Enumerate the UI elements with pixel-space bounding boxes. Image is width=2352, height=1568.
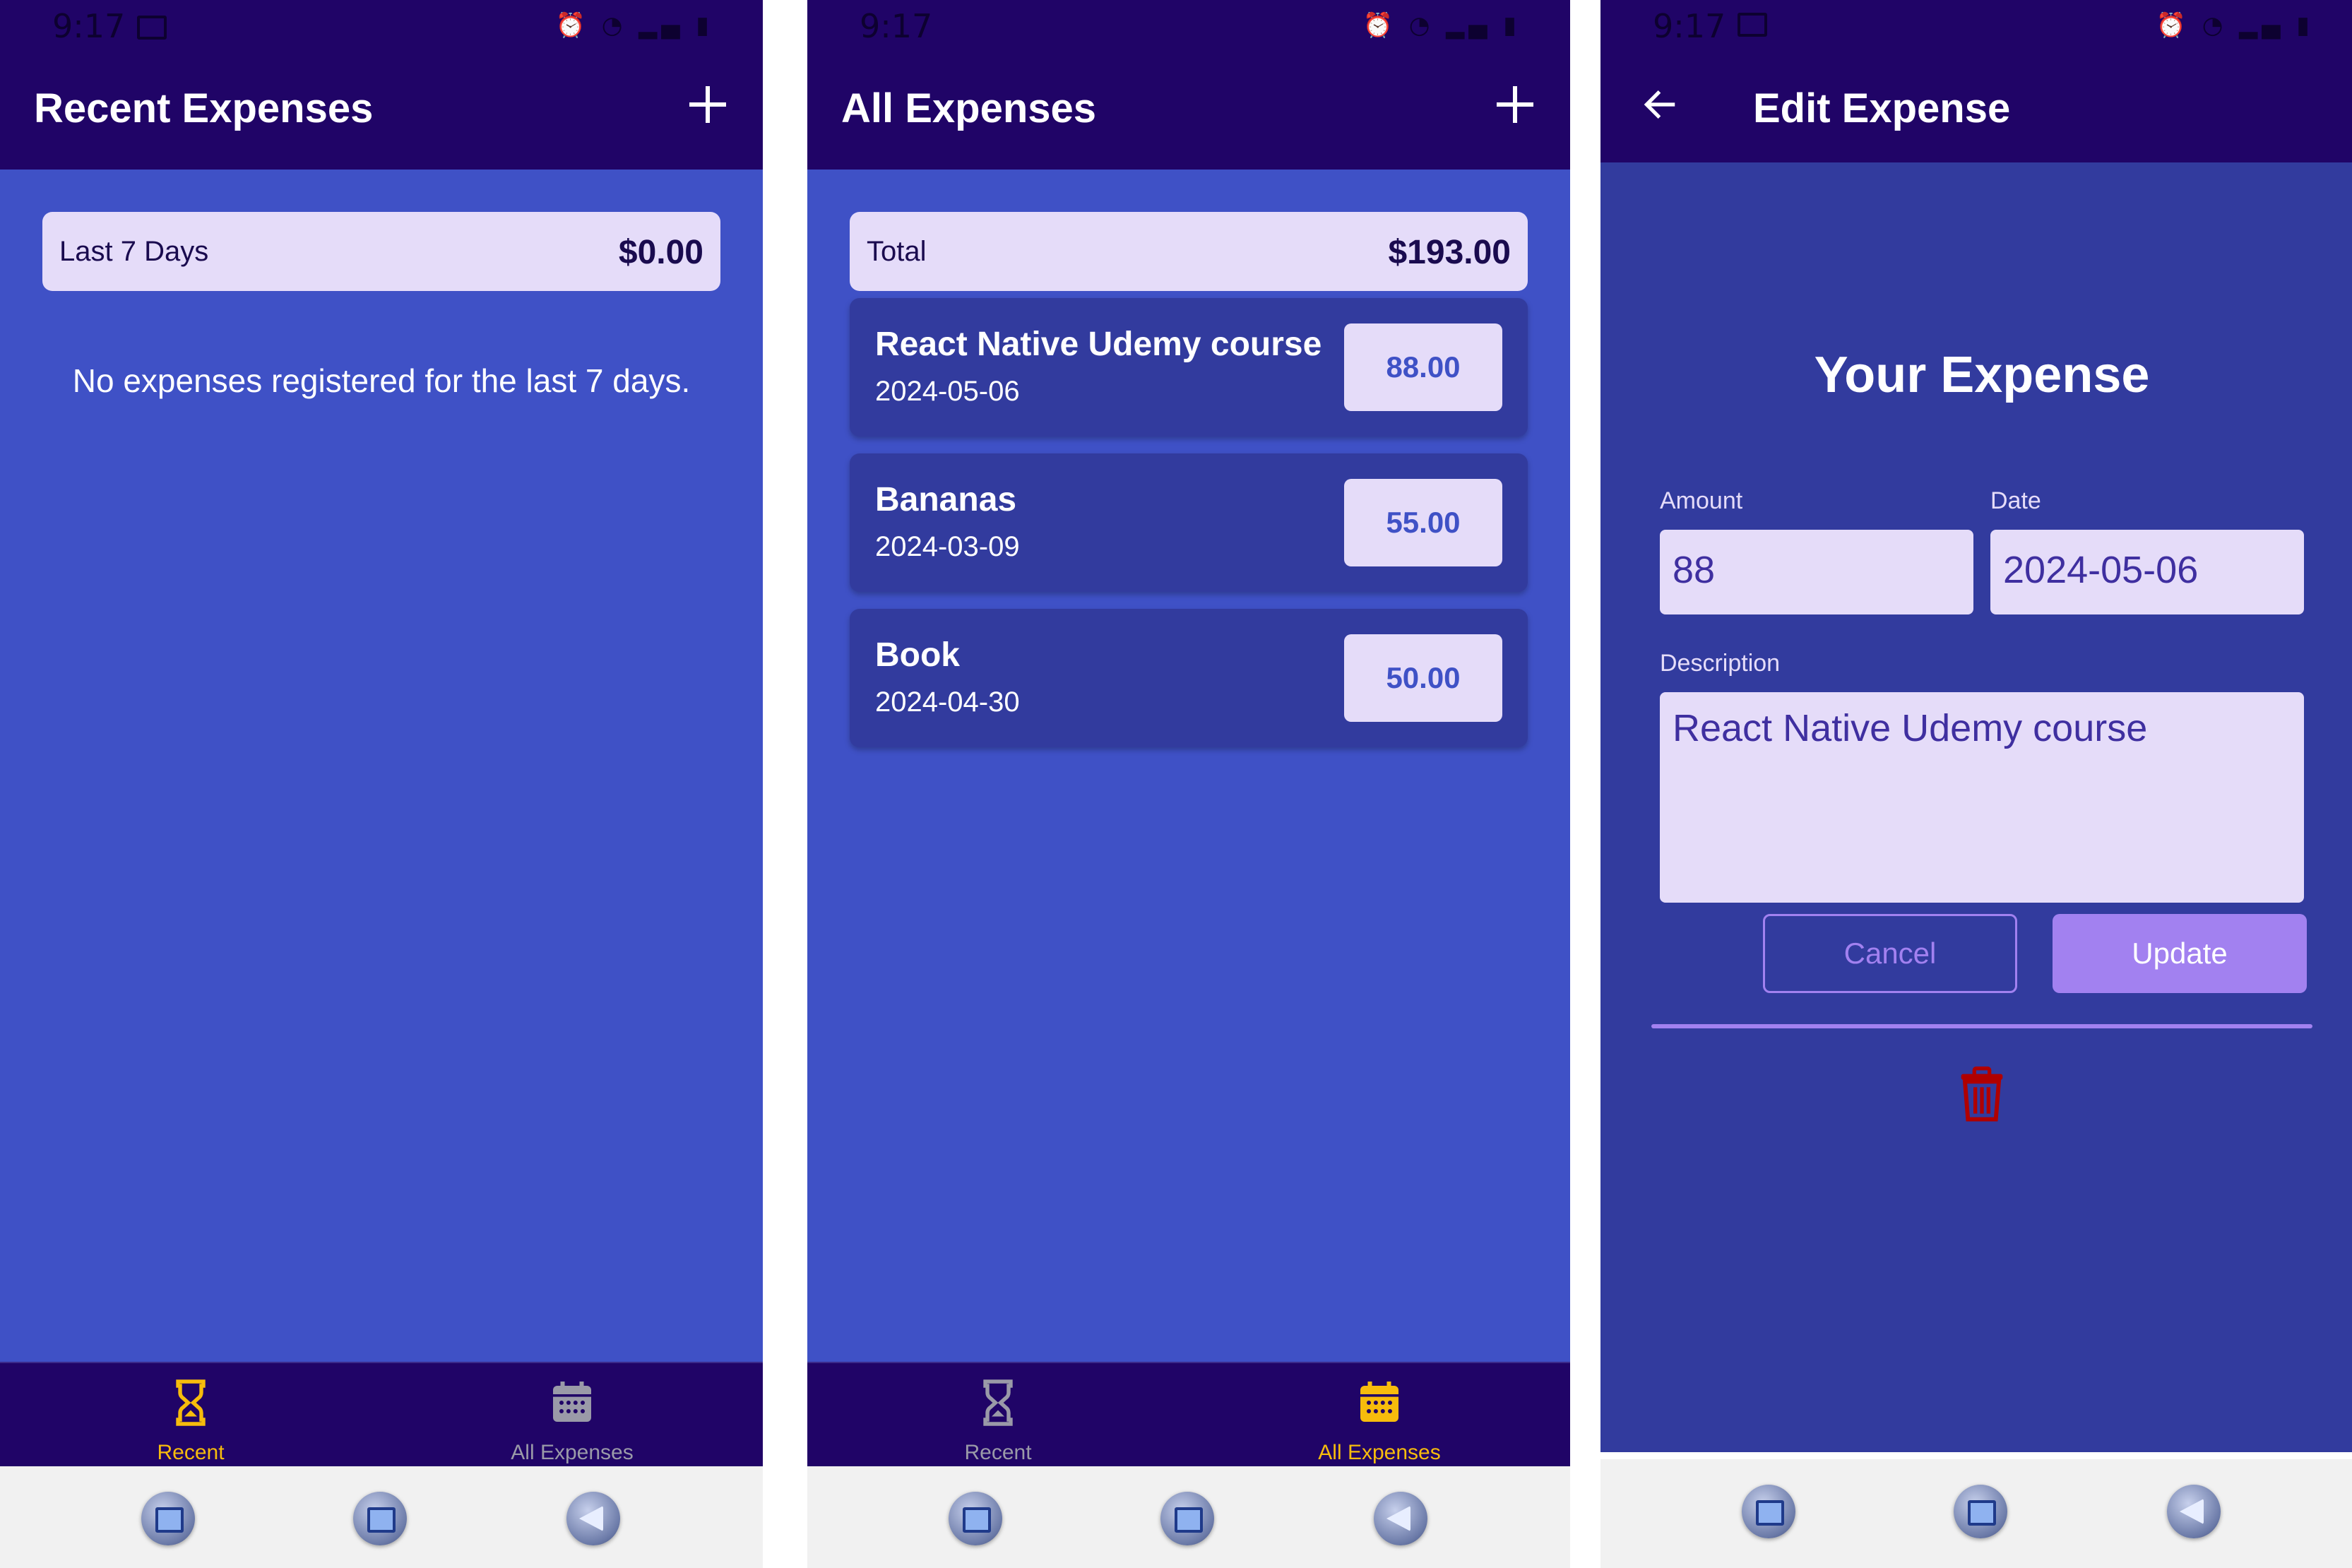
trash-icon[interactable]: [1959, 1067, 2004, 1123]
system-nav-bar: [0, 1466, 763, 1568]
expense-amount: 88.00: [1344, 323, 1502, 411]
description-input[interactable]: React Native Udemy course: [1660, 692, 2304, 903]
date-label: Date: [1990, 487, 2041, 514]
content: Your Expense Amount 88 Date 2024-05-06 D…: [1600, 162, 2352, 1452]
tab-recent[interactable]: Recent: [807, 1363, 1189, 1468]
form-title: Your Expense: [1814, 347, 2150, 403]
system-nav-bar: [1600, 1459, 2352, 1568]
header: Edit Expense: [1600, 49, 2352, 162]
expense-item[interactable]: Book 2024-04-30 50.00: [850, 609, 1528, 747]
tab-recent[interactable]: Recent: [0, 1363, 381, 1468]
home-nav-button[interactable]: [1160, 1492, 1214, 1545]
page-title: All Expenses: [841, 85, 1097, 131]
status-time: 9:17: [1653, 7, 1726, 45]
system-nav-bar: [807, 1466, 1570, 1568]
header: Recent Expenses: [0, 49, 763, 170]
content: Last 7 Days $0.00 No expenses registered…: [0, 170, 763, 1362]
status-bar: 9:17 ⏰ ◔ ▂▄ ▮: [1600, 0, 2352, 49]
tab-recent-label: Recent: [964, 1441, 1032, 1464]
bottom-tab-bar: Recent All Expenses: [0, 1362, 763, 1468]
home-nav-button[interactable]: [353, 1492, 407, 1545]
back-nav-button[interactable]: [566, 1492, 620, 1545]
image-notification-icon: [1738, 13, 1767, 37]
expense-date: 2024-03-09: [875, 531, 1020, 562]
calendar-icon: [1360, 1382, 1398, 1422]
expense-amount: 50.00: [1344, 634, 1502, 722]
expense-date: 2024-04-30: [875, 687, 1020, 718]
expense-item[interactable]: Bananas 2024-03-09 55.00: [850, 453, 1528, 592]
expense-item[interactable]: React Native Udemy course 2024-05-06 88.…: [850, 298, 1528, 436]
recents-nav-button[interactable]: [949, 1492, 1002, 1545]
expense-date: 2024-05-06: [875, 376, 1020, 407]
summary-total-value: $0.00: [618, 234, 703, 271]
tab-all-expenses[interactable]: All Expenses: [1189, 1363, 1570, 1468]
add-expense-button[interactable]: [687, 83, 729, 126]
status-icons: ⏰ ◔ ▂▄ ▮: [555, 11, 713, 40]
status-icons: ⏰ ◔ ▂▄ ▮: [2156, 11, 2314, 40]
page-title: Recent Expenses: [34, 85, 374, 131]
summary-total-value: $193.00: [1388, 234, 1511, 271]
expenses-summary: Last 7 Days $0.00: [42, 212, 720, 291]
status-time: 9:17: [860, 7, 933, 45]
edit-expense-screen: 9:17 ⏰ ◔ ▂▄ ▮ Edit Expense Your Expense …: [1600, 0, 2352, 1568]
divider: [1651, 1024, 2312, 1028]
cancel-button[interactable]: Cancel: [1763, 914, 2017, 993]
back-nav-button[interactable]: [1374, 1492, 1427, 1545]
description-label: Description: [1660, 650, 1781, 677]
update-button[interactable]: Update: [2053, 914, 2307, 993]
hourglass-icon: [983, 1379, 1013, 1426]
empty-state-message: No expenses registered for the last 7 da…: [72, 362, 691, 399]
back-arrow-icon[interactable]: [1640, 85, 1680, 124]
home-nav-button[interactable]: [1954, 1485, 2007, 1538]
bottom-tab-bar: Recent All Expenses: [807, 1362, 1570, 1468]
header: All Expenses: [807, 49, 1570, 170]
amount-input[interactable]: 88: [1660, 530, 1973, 614]
status-bar: 9:17 ⏰ ◔ ▂▄ ▮: [0, 0, 763, 49]
status-time: 9:17: [52, 7, 126, 45]
recent-expenses-screen: 9:17 ⏰ ◔ ▂▄ ▮ Recent Expenses Last 7 Day…: [0, 0, 763, 1568]
status-bar: 9:17 ⏰ ◔ ▂▄ ▮: [807, 0, 1570, 49]
back-nav-button[interactable]: [2167, 1485, 2221, 1538]
expense-title: Bananas: [875, 481, 1017, 518]
page-title: Edit Expense: [1753, 85, 2011, 131]
tab-all-expenses-label: All Expenses: [511, 1441, 634, 1464]
expense-amount: 55.00: [1344, 479, 1502, 566]
expenses-summary: Total $193.00: [850, 212, 1528, 291]
amount-label: Amount: [1660, 487, 1743, 514]
content: Total $193.00 React Native Udemy course …: [807, 170, 1570, 1362]
hourglass-icon: [176, 1379, 206, 1426]
expense-title: React Native Udemy course: [875, 326, 1322, 363]
tab-recent-label: Recent: [157, 1441, 225, 1464]
status-icons: ⏰ ◔ ▂▄ ▮: [1362, 11, 1521, 40]
recents-nav-button[interactable]: [1742, 1485, 1795, 1538]
summary-period-label: Last 7 Days: [59, 236, 209, 267]
calendar-icon: [553, 1382, 591, 1422]
tab-all-expenses[interactable]: All Expenses: [381, 1363, 763, 1468]
recents-nav-button[interactable]: [141, 1492, 195, 1545]
image-notification-icon: [137, 16, 167, 40]
all-expenses-screen: 9:17 ⏰ ◔ ▂▄ ▮ All Expenses Total $193.00…: [807, 0, 1570, 1568]
tab-all-expenses-label: All Expenses: [1318, 1441, 1441, 1464]
add-expense-button[interactable]: [1494, 83, 1536, 126]
summary-period-label: Total: [867, 236, 927, 267]
expense-title: Book: [875, 636, 960, 674]
date-input[interactable]: 2024-05-06: [1990, 530, 2304, 614]
